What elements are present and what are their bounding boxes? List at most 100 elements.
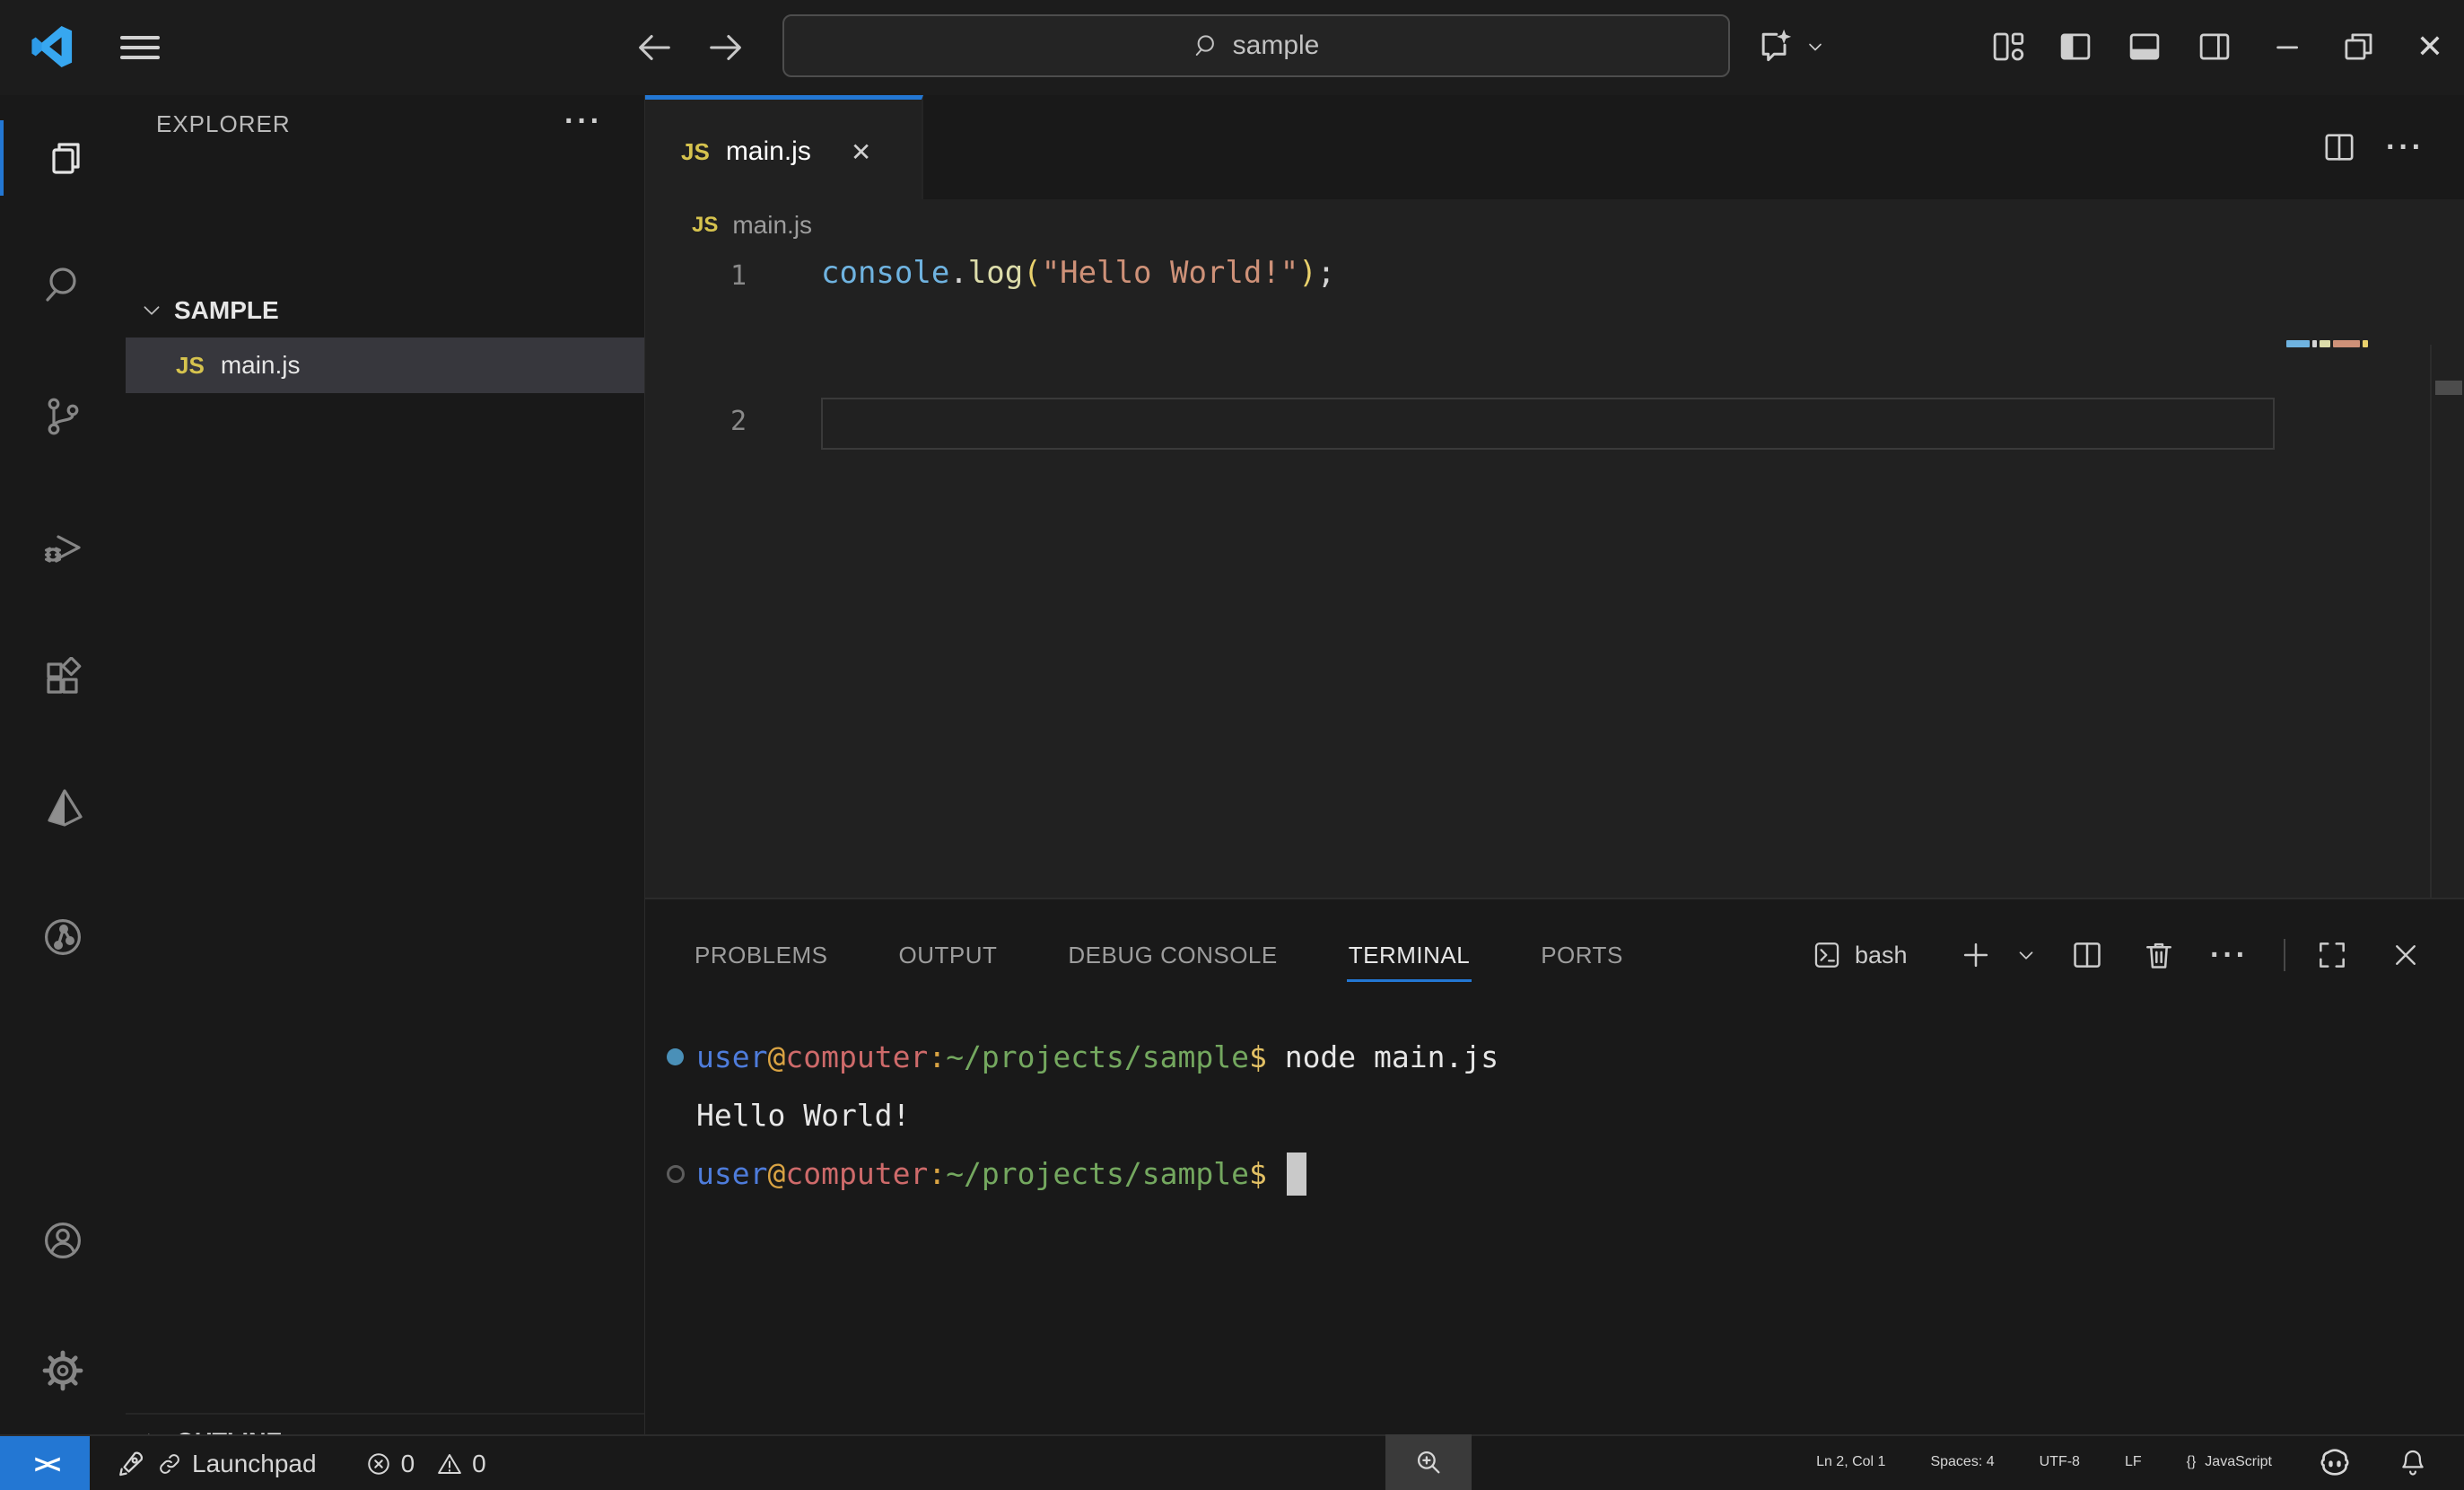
notifications-bell-icon[interactable] <box>2398 1447 2428 1477</box>
remote-indicator[interactable]: >< <box>0 1436 90 1490</box>
link-icon <box>156 1451 183 1477</box>
editor-more-actions-icon[interactable]: ··· <box>2386 130 2425 165</box>
tab-problems[interactable]: PROBLEMS <box>693 929 830 982</box>
tab-mainjs[interactable]: JS main.js ✕ <box>645 95 923 204</box>
language-label: JavaScript <box>2205 1454 2272 1470</box>
explorer-icon[interactable] <box>0 115 126 201</box>
eol[interactable]: LF <box>2125 1454 2142 1470</box>
command-center-search[interactable]: sample <box>782 14 1730 77</box>
menu-icon[interactable] <box>120 30 160 66</box>
explorer-more-actions-icon[interactable]: ··· <box>564 104 603 139</box>
tab-output[interactable]: OUTPUT <box>897 929 1000 982</box>
command-decoration-icon <box>667 1165 685 1183</box>
minimap[interactable] <box>2286 340 2368 347</box>
terminal-dropdown-chevron-icon[interactable] <box>2014 921 2038 989</box>
new-terminal-icon[interactable] <box>1959 921 1993 989</box>
code-token: console <box>821 255 949 291</box>
braces-icon: {} <box>2187 1454 2197 1470</box>
folder-row-sample[interactable]: SAMPLE <box>126 285 644 336</box>
vscode-logo-icon <box>31 25 74 68</box>
tab-bar: JS main.js ✕ ··· <box>645 95 2464 199</box>
close-window-icon[interactable]: ✕ <box>2410 27 2450 66</box>
zoom-indicator[interactable] <box>1385 1434 1472 1490</box>
tab-ports[interactable]: PORTS <box>1539 929 1625 982</box>
explorer-sidebar: EXPLORER ··· SAMPLE JS main.js OUTLINE T… <box>126 95 646 1434</box>
js-file-icon: JS <box>176 352 205 380</box>
split-terminal-icon[interactable] <box>2070 921 2104 989</box>
terminal-shell-selector[interactable]: bash <box>1812 921 1908 989</box>
code-token: ) <box>1298 255 1316 291</box>
indentation[interactable]: Spaces: 4 <box>1930 1454 1994 1470</box>
error-count: 0 <box>401 1450 415 1478</box>
terminal-line: Hello World! <box>667 1086 2446 1144</box>
rocket-icon <box>117 1449 147 1479</box>
breadcrumb-file: main.js <box>732 211 812 240</box>
panel-more-actions-icon[interactable]: ··· <box>2210 921 2249 989</box>
shell-label: bash <box>1855 942 1908 969</box>
activity-bar: 1 <box>0 95 126 1434</box>
terminal-icon <box>1812 940 1842 970</box>
copilot-status-icon[interactable] <box>2317 1444 2353 1480</box>
cursor-position[interactable]: Ln 2, Col 1 <box>1816 1454 1885 1470</box>
toggle-panel-icon[interactable] <box>2125 27 2164 66</box>
minimize-icon[interactable] <box>2268 27 2308 66</box>
accounts-icon[interactable] <box>0 1197 126 1284</box>
line-number: 2 <box>700 406 747 437</box>
terminal-line: user@computer:~/projects/sample$ <box>667 1144 2446 1203</box>
js-file-icon: JS <box>681 138 710 166</box>
language-mode[interactable]: {} JavaScript <box>2187 1454 2272 1470</box>
customize-layout-icon[interactable] <box>1988 27 2028 66</box>
code-token: . <box>949 255 967 291</box>
copilot-icon[interactable] <box>1755 27 1795 66</box>
back-arrow-icon[interactable] <box>633 27 675 68</box>
search-sidebar-icon[interactable] <box>0 241 126 328</box>
warning-icon <box>436 1451 463 1477</box>
code-editor[interactable]: 1 console.log("Hello World!"); 2 <box>645 251 2464 898</box>
scrollbar-thumb[interactable] <box>2435 381 2462 395</box>
breadcrumbs[interactable]: JS main.js <box>645 199 2464 251</box>
terminal-token: user <box>696 1156 767 1191</box>
terminal-token: computer <box>785 1156 928 1191</box>
title-bar: sample ✕ <box>0 0 2464 97</box>
encoding[interactable]: UTF-8 <box>2040 1454 2080 1470</box>
settings-gear-icon[interactable] <box>0 1328 126 1414</box>
split-editor-icon[interactable] <box>2321 129 2357 165</box>
tab-debug-console[interactable]: DEBUG CONSOLE <box>1066 929 1279 982</box>
code-line-tokens: console.log("Hello World!"); <box>821 255 1335 291</box>
tab-label: main.js <box>726 136 811 167</box>
terminal-token: : <box>928 1156 946 1191</box>
terminal-token: user <box>696 1039 767 1074</box>
forward-arrow-icon[interactable] <box>705 27 747 68</box>
toggle-secondary-sidebar-icon[interactable] <box>2195 27 2234 66</box>
editor-group: JS main.js ✕ ··· JS main.js 1 console.lo… <box>645 95 2464 898</box>
terminal-token: computer <box>785 1039 928 1074</box>
problems-item[interactable]: 0 0 <box>365 1450 486 1478</box>
folder-name: SAMPLE <box>174 296 279 325</box>
kill-terminal-trash-icon[interactable] <box>2142 921 2176 989</box>
code-token: ( <box>1023 255 1041 291</box>
source-control-icon[interactable] <box>0 373 126 460</box>
command-decoration-icon <box>667 1048 684 1065</box>
share-graph-extension-icon[interactable] <box>0 894 126 980</box>
restore-window-icon[interactable] <box>2338 27 2378 66</box>
close-panel-icon[interactable] <box>2390 921 2422 989</box>
maximize-panel-icon[interactable] <box>2315 921 2349 989</box>
code-token: "Hello World!" <box>1042 255 1299 291</box>
terminal-token: $ <box>1249 1156 1267 1191</box>
launchpad-item[interactable]: Launchpad <box>117 1449 317 1479</box>
terminal-lines: user@computer:~/projects/sample$ node ma… <box>667 1028 2446 1203</box>
tab-close-icon[interactable]: ✕ <box>851 137 871 167</box>
file-row-mainjs[interactable]: JS main.js <box>126 337 644 393</box>
terminal-output[interactable]: user@computer:~/projects/sample$ node ma… <box>667 1028 2446 1203</box>
scrollbar-track <box>2430 345 2432 991</box>
run-debug-icon[interactable] <box>0 504 126 591</box>
extensions-icon[interactable] <box>0 635 126 722</box>
copilot-chevron-down-icon[interactable] <box>1802 27 1829 66</box>
pyramid-extension-icon[interactable] <box>0 765 126 851</box>
terminal-token: ~/projects/sample <box>946 1156 1249 1191</box>
error-icon <box>365 1451 392 1477</box>
terminal-token: node main.js <box>1267 1039 1498 1074</box>
terminal-token <box>1267 1156 1285 1191</box>
toggle-primary-sidebar-icon[interactable] <box>2056 27 2095 66</box>
tab-terminal[interactable]: TERMINAL <box>1347 929 1472 982</box>
